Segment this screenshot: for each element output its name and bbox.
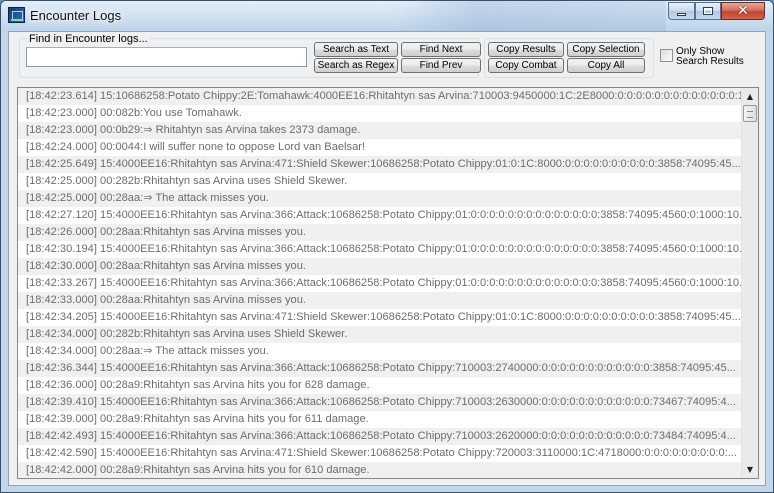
- log-row[interactable]: [18:42:27.120] 15:4000EE16:Rhitahtyn sas…: [18, 207, 742, 224]
- close-button[interactable]: ✕: [721, 2, 765, 20]
- log-row[interactable]: [18:42:42.000] 00:28a9:Rhitahtyn sas Arv…: [18, 462, 742, 478]
- log-row[interactable]: [18:42:36.000] 00:28a9:Rhitahtyn sas Arv…: [18, 377, 742, 394]
- app-icon: [8, 7, 25, 23]
- find-group-legend: Find in Encounter logs...: [27, 33, 150, 45]
- log-row[interactable]: [18:42:42.493] 15:4000EE16:Rhitahtyn sas…: [18, 428, 742, 445]
- title-bar-glass: [396, 1, 666, 31]
- log-row[interactable]: [18:42:25.649] 15:4000EE16:Rhitahtyn sas…: [18, 156, 742, 173]
- log-row[interactable]: [18:42:25.000] 00:282b:Rhitahtyn sas Arv…: [18, 173, 742, 190]
- log-row[interactable]: [18:42:34.000] 00:282b:Rhitahtyn sas Arv…: [18, 326, 742, 343]
- scroll-up-arrow-icon[interactable]: ▲: [742, 88, 758, 105]
- encounter-log-list[interactable]: [18:42:23.614] 15:10686258:Potato Chippy…: [17, 87, 759, 479]
- log-row[interactable]: [18:42:26.000] 00:28aa:Rhitahtyn sas Arv…: [18, 224, 742, 241]
- only-show-checkbox[interactable]: [660, 49, 673, 62]
- search-as-regex-button[interactable]: Search as Regex: [314, 58, 398, 73]
- maximize-button[interactable]: [695, 2, 721, 20]
- scroll-down-arrow-icon[interactable]: ▼: [742, 461, 758, 478]
- copy-selection-button[interactable]: Copy Selection: [567, 42, 645, 57]
- log-row[interactable]: [18:42:23.614] 15:10686258:Potato Chippy…: [18, 88, 742, 105]
- log-row[interactable]: [18:42:23.000] 00:082b:You use Tomahawk.: [18, 105, 742, 122]
- client-area: Find in Encounter logs... Search as Text…: [8, 31, 766, 486]
- minimize-button[interactable]: [668, 2, 695, 20]
- minimize-icon: [677, 12, 686, 16]
- copy-results-button[interactable]: Copy Results: [488, 42, 564, 57]
- copy-all-button[interactable]: Copy All: [567, 58, 645, 73]
- log-row[interactable]: [18:42:34.000] 00:28aa:⇒ The attack miss…: [18, 343, 742, 360]
- log-row[interactable]: [18:42:30.000] 00:28aa:Rhitahtyn sas Arv…: [18, 258, 742, 275]
- log-row[interactable]: [18:42:24.000] 00:0044:I will suffer non…: [18, 139, 742, 156]
- title-bar[interactable]: Encounter Logs ✕: [1, 1, 773, 31]
- only-show-label: Only Show Search Results: [676, 47, 756, 67]
- log-row[interactable]: [18:42:33.267] 15:4000EE16:Rhitahtyn sas…: [18, 275, 742, 292]
- close-icon: ✕: [737, 3, 749, 19]
- log-row[interactable]: [18:42:36.344] 15:4000EE16:Rhitahtyn sas…: [18, 360, 742, 377]
- maximize-icon: [703, 7, 713, 15]
- copy-combat-button[interactable]: Copy Combat: [488, 58, 564, 73]
- search-input[interactable]: [26, 47, 307, 67]
- log-row[interactable]: [18:42:34.205] 15:4000EE16:Rhitahtyn sas…: [18, 309, 742, 326]
- log-row[interactable]: [18:42:25.000] 00:28aa:⇒ The attack miss…: [18, 190, 742, 207]
- search-as-text-button[interactable]: Search as Text: [314, 42, 398, 57]
- log-row[interactable]: [18:42:42.590] 15:4000EE16:Rhitahtyn sas…: [18, 445, 742, 462]
- log-row[interactable]: [18:42:30.194] 15:4000EE16:Rhitahtyn sas…: [18, 241, 742, 258]
- vertical-scrollbar[interactable]: ▲ ▼: [741, 88, 758, 478]
- log-row[interactable]: [18:42:33.000] 00:28aa:Rhitahtyn sas Arv…: [18, 292, 742, 309]
- find-prev-button[interactable]: Find Prev: [401, 58, 481, 73]
- log-row[interactable]: [18:42:39.410] 15:4000EE16:Rhitahtyn sas…: [18, 394, 742, 411]
- scroll-thumb[interactable]: [743, 105, 757, 122]
- only-show-search-results-toggle[interactable]: Only Show Search Results: [660, 46, 760, 74]
- log-row[interactable]: [18:42:23.000] 00:0b29:⇒ Rhitahtyn sas A…: [18, 122, 742, 139]
- encounter-logs-window: Encounter Logs ✕ Find in Encounter logs.…: [0, 0, 774, 493]
- log-rows: [18:42:23.614] 15:10686258:Potato Chippy…: [18, 88, 742, 478]
- log-row[interactable]: [18:42:39.000] 00:28a9:Rhitahtyn sas Arv…: [18, 411, 742, 428]
- only-show-label-line2: Search Results: [676, 56, 744, 67]
- find-next-button[interactable]: Find Next: [401, 42, 481, 57]
- window-title: Encounter Logs: [30, 8, 122, 23]
